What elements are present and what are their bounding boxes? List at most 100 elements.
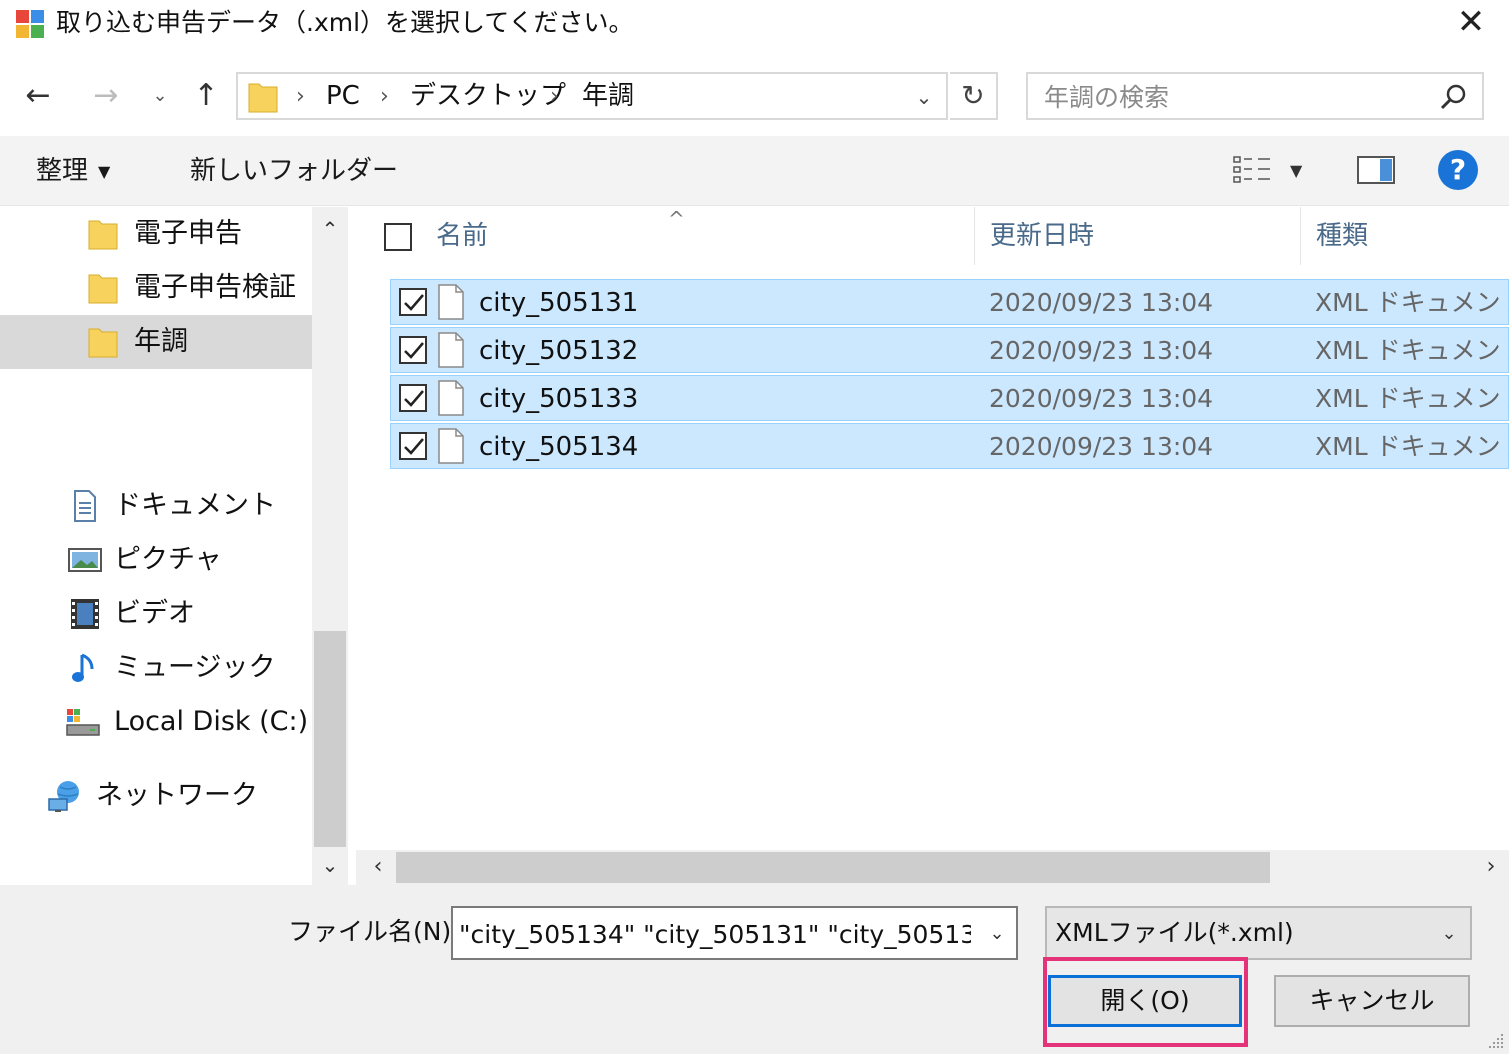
- document-icon: [438, 380, 464, 416]
- sort-indicator-icon: ^: [668, 207, 685, 231]
- title-bar: 取り込む申告データ（.xml）を選択してください。 ✕: [0, 0, 1509, 48]
- sidebar-item-denshi-shinkoku[interactable]: 電子申告: [0, 207, 312, 261]
- file-name: city_505134: [479, 432, 639, 462]
- check-icon: [404, 390, 424, 407]
- scrollbar-thumb[interactable]: [396, 852, 1270, 883]
- network-icon: [48, 781, 79, 812]
- column-header-name[interactable]: 名前: [436, 219, 488, 253]
- file-type: XML ドキュメント: [1315, 336, 1509, 365]
- file-date: 2020/09/23 13:04: [989, 384, 1214, 413]
- folder-icon: [88, 328, 118, 358]
- check-icon: [404, 342, 424, 359]
- row-checkbox[interactable]: [399, 336, 427, 364]
- horizontal-scrollbar[interactable]: ‹ ›: [356, 850, 1509, 885]
- file-row[interactable]: city_505132 2020/09/23 13:04 XML ドキュメント: [390, 327, 1509, 373]
- videos-icon: [71, 599, 99, 629]
- filetype-value: XMLファイル(*.xml): [1055, 918, 1294, 947]
- folder-icon: [88, 274, 118, 304]
- sidebar-item-network[interactable]: ネットワーク: [0, 769, 312, 823]
- file-list[interactable]: ^ 名前 更新日時 種類 city_505131 2020/09/23 13:0…: [356, 207, 1509, 850]
- column-header-date[interactable]: 更新日時: [990, 219, 1094, 253]
- file-row[interactable]: city_505134 2020/09/23 13:04 XML ドキュメント: [390, 423, 1509, 469]
- sidebar-item-denshi-shinkoku-kensho[interactable]: 電子申告検証: [0, 261, 312, 315]
- forward-button[interactable]: →: [86, 74, 126, 118]
- new-folder-button[interactable]: 新しいフォルダー: [190, 154, 398, 188]
- select-all-checkbox[interactable]: [384, 223, 412, 251]
- document-icon: [438, 284, 464, 320]
- help-button[interactable]: ?: [1438, 150, 1478, 190]
- dialog-footer: ファイル名(N): ⌄ XMLファイル(*.xml) ⌄ 開く(O) キャンセル: [0, 885, 1509, 1054]
- file-type: XML ドキュメント: [1315, 384, 1509, 413]
- filename-input[interactable]: [459, 916, 971, 952]
- app-icon: [16, 10, 44, 38]
- folder-icon: [248, 83, 278, 113]
- file-row[interactable]: city_505133 2020/09/23 13:04 XML ドキュメント: [390, 375, 1509, 421]
- sidebar-item-label: 年調: [134, 326, 188, 357]
- search-icon[interactable]: [1438, 82, 1468, 112]
- column-header-type[interactable]: 種類: [1316, 219, 1368, 253]
- navigation-scrollbar[interactable]: ⌃ ⌄: [312, 207, 348, 885]
- close-button[interactable]: ✕: [1451, 4, 1491, 44]
- up-button[interactable]: ↑: [186, 74, 226, 118]
- row-checkbox[interactable]: [399, 288, 427, 316]
- column-divider[interactable]: [974, 207, 975, 265]
- address-dropdown-icon[interactable]: ⌄: [910, 84, 938, 110]
- row-checkbox[interactable]: [399, 432, 427, 460]
- chevron-down-icon[interactable]: ⌄: [1436, 920, 1462, 948]
- refresh-button[interactable]: ↻: [950, 72, 998, 120]
- sidebar-item-local-disk[interactable]: Local Disk (C:): [0, 695, 312, 749]
- scrollbar-thumb[interactable]: [314, 631, 346, 847]
- row-checkbox[interactable]: [399, 384, 427, 412]
- window-title: 取り込む申告データ（.xml）を選択してください。: [56, 8, 634, 37]
- music-icon: [72, 653, 94, 682]
- file-name: city_505132: [479, 336, 639, 366]
- scroll-right-button[interactable]: ›: [1473, 850, 1509, 885]
- breadcrumb-separator: ›: [550, 84, 559, 109]
- scroll-up-button[interactable]: ⌃: [312, 211, 348, 247]
- open-button[interactable]: 開く(O): [1048, 975, 1242, 1027]
- sidebar-item-nencho[interactable]: 年調: [0, 315, 312, 369]
- resize-grip-icon[interactable]: [1487, 1032, 1505, 1050]
- breadcrumb-nencho[interactable]: 年調: [582, 79, 634, 113]
- sidebar-item-label: 電子申告検証: [134, 272, 296, 303]
- file-date: 2020/09/23 13:04: [989, 288, 1214, 317]
- breadcrumb-desktop[interactable]: デスクトップ: [410, 79, 566, 113]
- preview-pane-icon[interactable]: [1356, 154, 1396, 186]
- organize-label: 整理: [36, 156, 89, 186]
- check-icon: [404, 294, 424, 311]
- sidebar-item-videos[interactable]: ビデオ: [0, 587, 312, 641]
- sidebar-item-pictures[interactable]: ピクチャ: [0, 533, 312, 587]
- document-icon: [438, 332, 464, 368]
- file-name: city_505131: [479, 288, 639, 318]
- back-button[interactable]: ←: [18, 74, 58, 118]
- local-disk-icon: [66, 709, 100, 736]
- command-bar: 整理 ▼ 新しいフォルダー: [0, 136, 1509, 206]
- chevron-down-icon[interactable]: ⌄: [984, 920, 1010, 948]
- filename-label: ファイル名(N):: [288, 917, 460, 946]
- address-bar[interactable]: › PC › デスクトップ › 年調 ⌄: [236, 72, 948, 120]
- breadcrumb-pc[interactable]: PC: [326, 79, 360, 113]
- sidebar-item-label: ネットワーク: [96, 780, 258, 811]
- filetype-select[interactable]: XMLファイル(*.xml) ⌄: [1045, 906, 1472, 960]
- navigation-pane[interactable]: 電子申告 電子申告検証 年調 ドキュメント ピクチャ ビデオ ミュージック Lo…: [0, 207, 312, 885]
- breadcrumb-separator: ›: [380, 84, 389, 109]
- column-divider[interactable]: [1300, 207, 1301, 265]
- sidebar-item-documents[interactable]: ドキュメント: [0, 479, 312, 533]
- scroll-down-button[interactable]: ⌄: [312, 847, 348, 883]
- cancel-button[interactable]: キャンセル: [1274, 975, 1470, 1027]
- scroll-left-button[interactable]: ‹: [360, 850, 396, 885]
- sidebar-item-music[interactable]: ミュージック: [0, 641, 312, 695]
- recent-locations-button[interactable]: ⌄: [146, 74, 174, 118]
- pictures-icon: [68, 548, 102, 572]
- filename-combobox[interactable]: ⌄: [451, 906, 1018, 960]
- view-options-dropdown[interactable]: ▼: [1290, 158, 1302, 184]
- sidebar-item-label: ドキュメント: [114, 490, 276, 521]
- organize-button[interactable]: 整理 ▼: [36, 154, 110, 189]
- file-row[interactable]: city_505131 2020/09/23 13:04 XML ドキュメント: [390, 279, 1509, 325]
- file-name: city_505133: [479, 384, 639, 414]
- view-options-icon[interactable]: [1232, 154, 1272, 186]
- search-input[interactable]: [1044, 80, 1434, 114]
- search-box[interactable]: [1026, 72, 1484, 120]
- file-type: XML ドキュメント: [1315, 288, 1509, 317]
- documents-icon: [74, 490, 96, 522]
